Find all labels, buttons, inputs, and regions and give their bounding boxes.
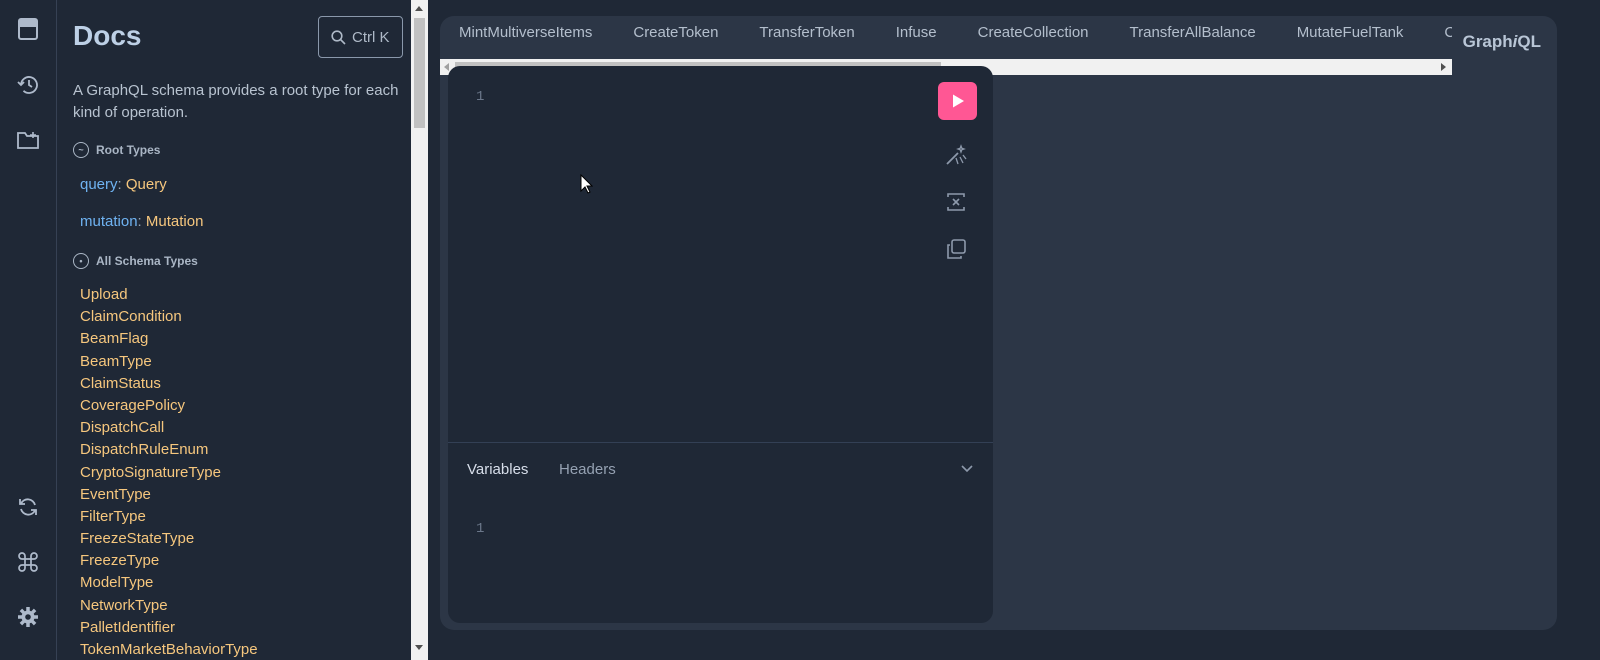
graphiql-logo: GraphiQL	[1462, 32, 1541, 51]
tab-variables[interactable]: Variables	[467, 461, 528, 478]
magic-wand-icon	[946, 144, 967, 165]
shortcuts-icon[interactable]	[15, 549, 41, 575]
graphiql-main: MintMultiverseItems CreateToken Transfer…	[440, 16, 1557, 630]
all-types-icon: •	[73, 253, 89, 269]
mouse-cursor-icon	[580, 174, 593, 194]
tab-operation[interactable]: Infuse	[876, 16, 958, 59]
prettify-button[interactable]	[944, 143, 968, 167]
schema-type-link[interactable]: FreezeType	[80, 550, 258, 572]
docs-scrollbar[interactable]	[411, 0, 428, 660]
variables-line-number: 1	[476, 521, 485, 537]
schema-type-link[interactable]: ClaimStatus	[80, 373, 258, 395]
schema-type-link[interactable]: FreezeStateType	[80, 528, 258, 550]
chevron-down-icon[interactable]	[960, 461, 974, 475]
scroll-right-arrow[interactable]	[1441, 63, 1446, 71]
schema-type-link[interactable]: FilterType	[80, 506, 258, 528]
merge-icon	[947, 193, 965, 211]
schema-type-link[interactable]: CoveragePolicy	[80, 395, 258, 417]
search-shortcut-label: Ctrl K	[352, 28, 390, 46]
schema-type-link[interactable]: DispatchRuleEnum	[80, 439, 258, 461]
scroll-left-arrow[interactable]	[444, 63, 449, 71]
schema-type-link[interactable]: DispatchCall	[80, 417, 258, 439]
schema-type-link[interactable]: ModelType	[80, 572, 258, 594]
line-number: 1	[476, 89, 485, 105]
root-types-icon: ~	[73, 142, 89, 158]
docs-title: Docs	[73, 20, 142, 51]
schema-type-list: Upload ClaimCondition BeamFlag BeamType …	[80, 284, 258, 660]
schema-type-link[interactable]: BeamType	[80, 351, 258, 373]
schema-type-link[interactable]: ClaimCondition	[80, 306, 258, 328]
schema-type-link[interactable]: PalletIdentifier	[80, 617, 258, 639]
refetch-schema-icon[interactable]	[15, 494, 41, 520]
history-icon[interactable]	[15, 72, 41, 98]
settings-icon[interactable]	[15, 604, 41, 630]
root-type-mutation[interactable]: mutation: Mutation	[80, 213, 203, 230]
execute-query-button[interactable]	[938, 82, 977, 120]
copy-icon	[947, 239, 966, 259]
tab-operation[interactable]: TransferAllBalance	[1110, 16, 1277, 59]
tab-operation[interactable]: CreateCollection	[958, 16, 1110, 59]
scrollbar-thumb[interactable]	[414, 18, 425, 128]
schema-type-link[interactable]: CryptoSignatureType	[80, 462, 258, 484]
root-types-heading: ~ Root Types	[73, 142, 160, 158]
sidebar-rail	[0, 0, 57, 660]
tab-operation[interactable]: CreateToken	[613, 16, 739, 59]
tab-headers[interactable]: Headers	[559, 461, 616, 478]
schema-type-link[interactable]: Upload	[80, 284, 258, 306]
schema-type-link[interactable]: NetworkType	[80, 595, 258, 617]
docs-search-button[interactable]: Ctrl K	[318, 16, 403, 58]
scroll-down-arrow[interactable]	[415, 645, 423, 650]
docs-description: A GraphQL schema provides a root type fo…	[73, 82, 399, 121]
tab-operation[interactable]: C	[1424, 16, 1452, 59]
tab-operation[interactable]: MutateFuelTank	[1277, 16, 1425, 59]
docs-panel: Docs Ctrl K A GraphQL schema provides a …	[57, 0, 421, 660]
schema-type-link[interactable]: EventType	[80, 484, 258, 506]
root-type-query[interactable]: query: Query	[80, 176, 167, 193]
tab-operation[interactable]: TransferToken	[739, 16, 875, 59]
schema-type-link[interactable]: TokenMarketBehaviorType	[80, 639, 258, 660]
tab-operation[interactable]: MintMultiverseItems	[440, 16, 613, 59]
operation-tabs: MintMultiverseItems CreateToken Transfer…	[440, 16, 1452, 59]
collections-icon[interactable]	[15, 127, 41, 153]
all-schema-types-heading: • All Schema Types	[73, 253, 198, 269]
play-icon	[952, 94, 964, 108]
copy-query-button[interactable]	[944, 237, 968, 261]
docs-icon[interactable]	[15, 16, 41, 42]
search-icon	[331, 29, 346, 45]
merge-fragments-button[interactable]	[944, 190, 968, 214]
schema-type-link[interactable]: BeamFlag	[80, 328, 258, 350]
query-editor[interactable]: 1 Variables Headers 1	[448, 66, 993, 623]
editor-tools-bar: Variables Headers	[448, 442, 993, 494]
scroll-up-arrow[interactable]	[415, 6, 423, 11]
